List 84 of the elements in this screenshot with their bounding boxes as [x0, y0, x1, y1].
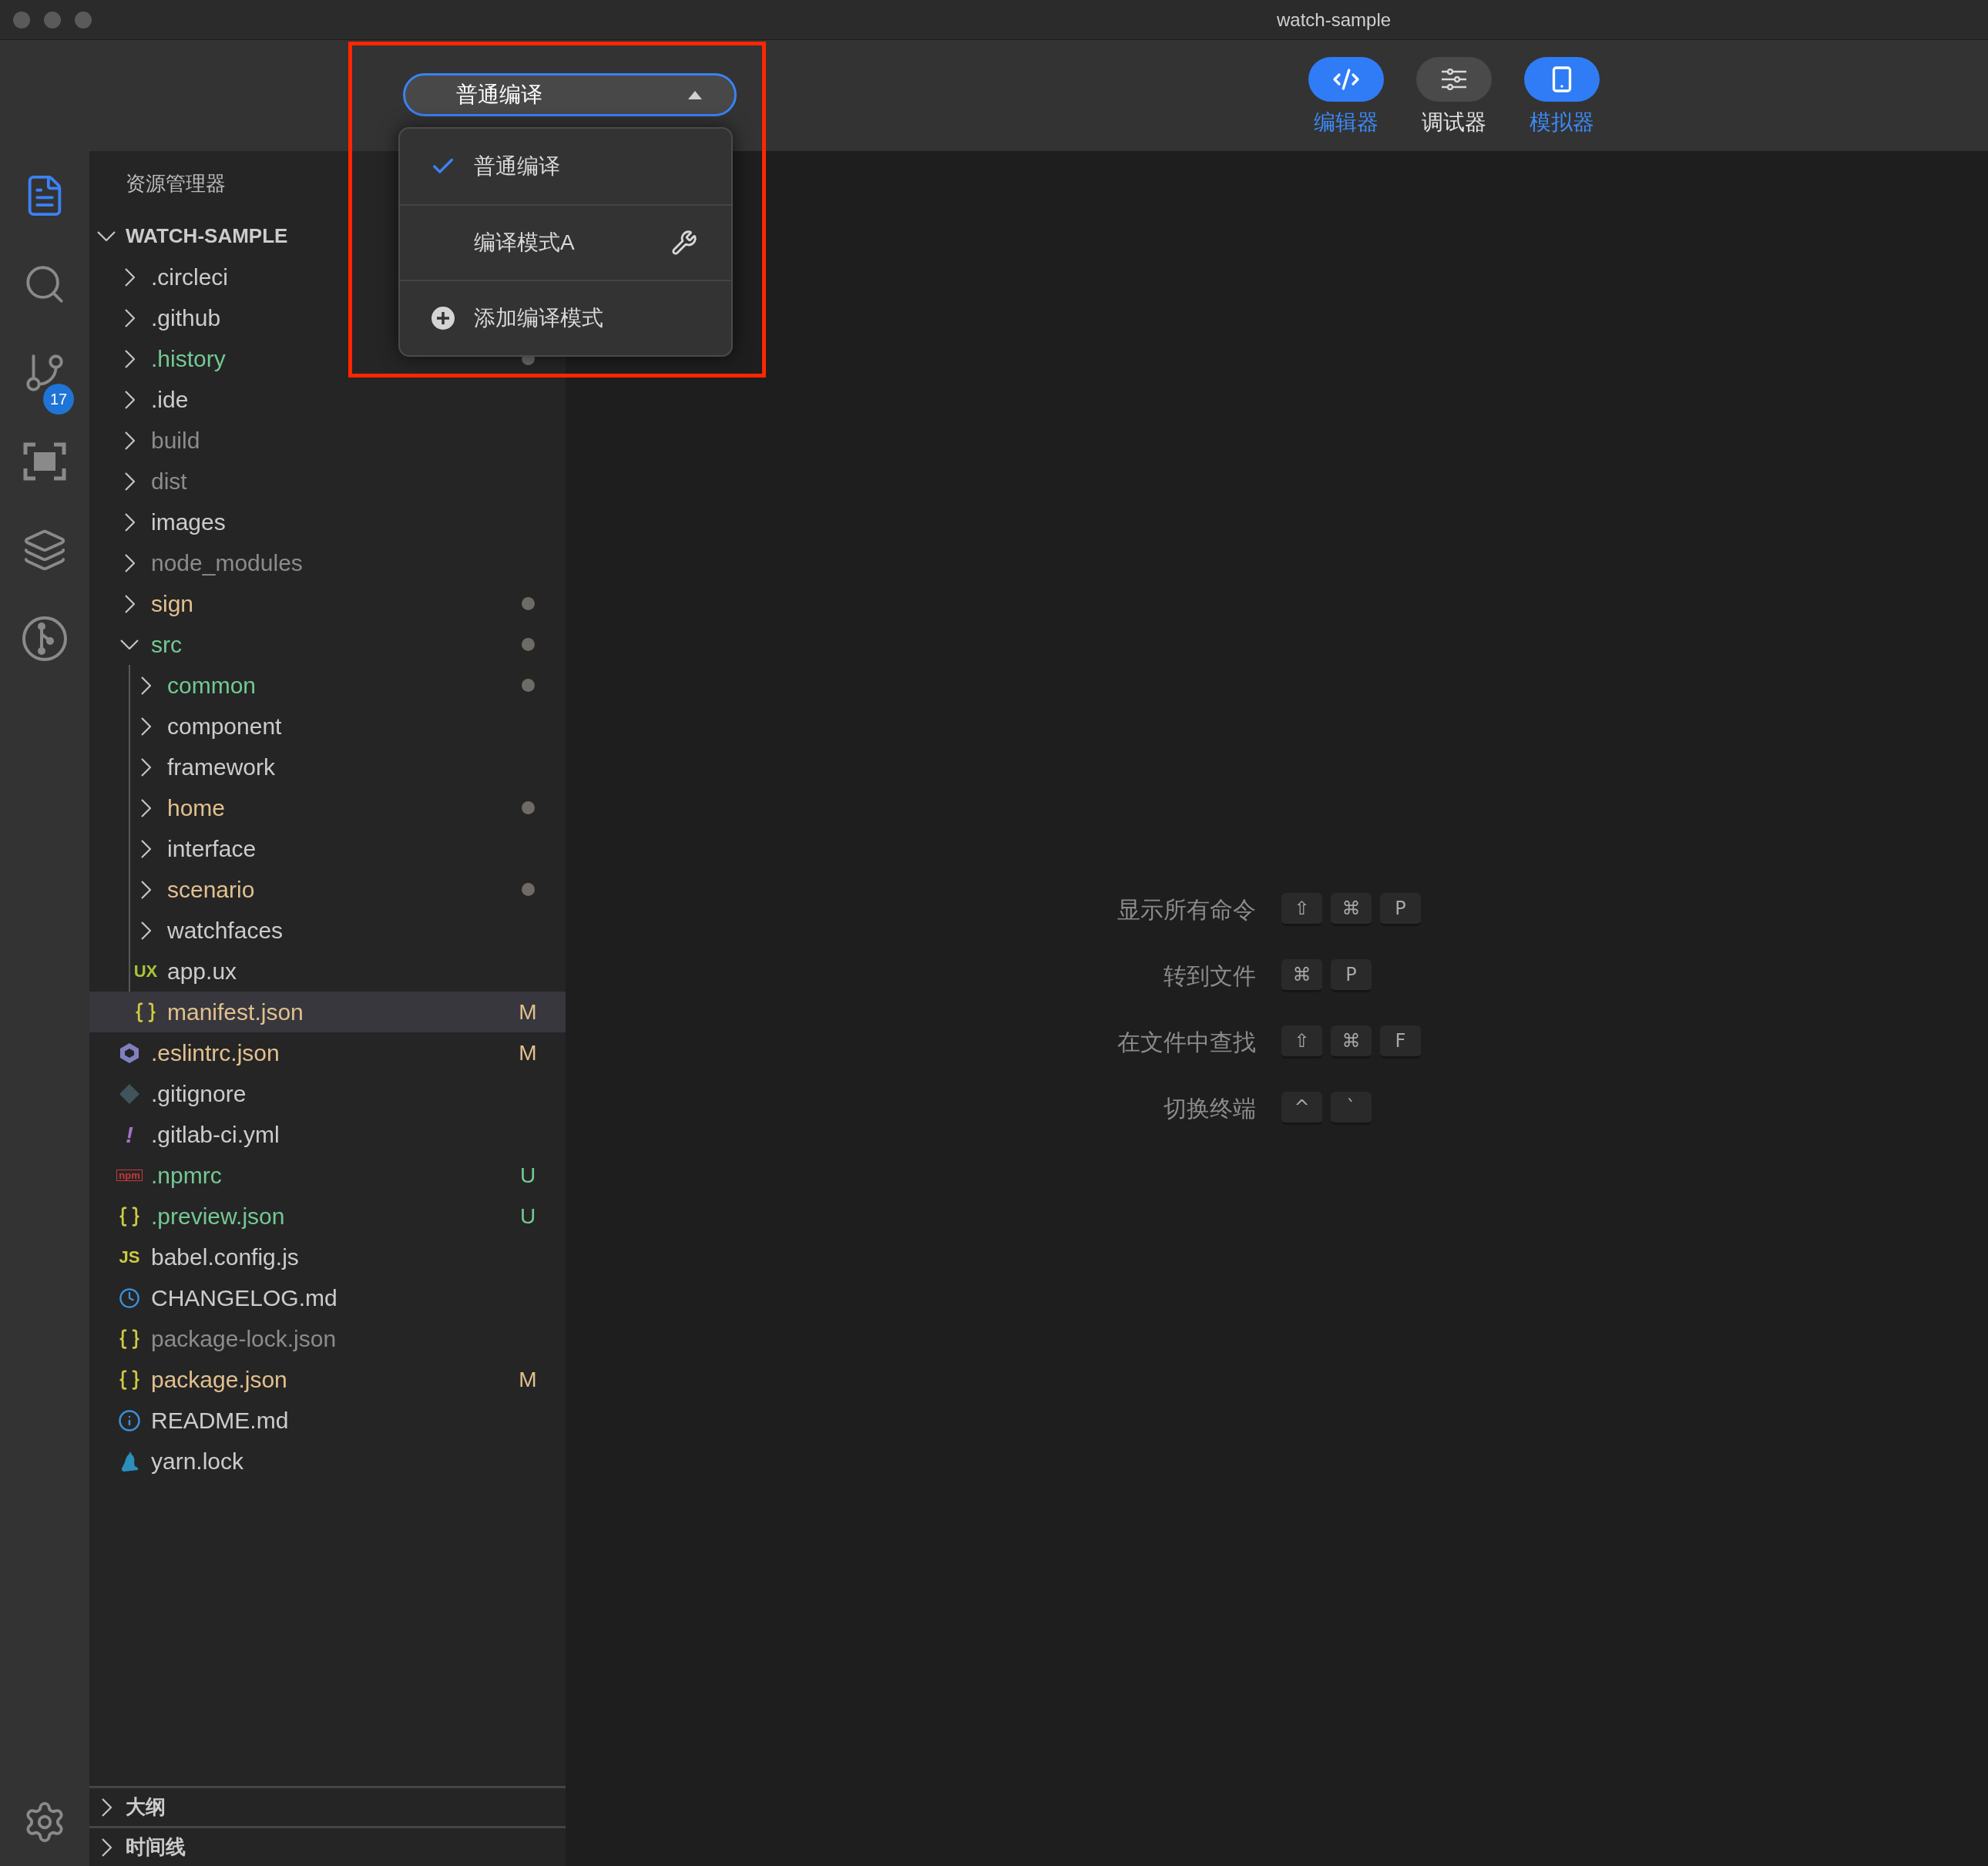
view-toggle-button[interactable]: 调试器: [1400, 40, 1508, 151]
compile-mode-dropdown[interactable]: 普通编译: [403, 73, 737, 116]
menu-item[interactable]: 普通编译: [400, 129, 731, 204]
folder-name[interactable]: sign: [151, 586, 194, 621]
keyboard-key: `: [1331, 1091, 1372, 1125]
screen-frame-icon: [23, 441, 66, 481]
folder-name[interactable]: common: [167, 668, 257, 703]
plus-circle-icon: [431, 306, 455, 331]
file-name[interactable]: app.ux: [167, 954, 237, 988]
shortcut-label: 转到文件: [1163, 962, 1256, 990]
folder-name[interactable]: component: [167, 709, 282, 743]
window-title: watch-sample: [1277, 8, 1392, 32]
menu-item[interactable]: 添加编译模式: [400, 280, 731, 355]
zoom-window-icon[interactable]: [75, 11, 92, 29]
view-toggle-button[interactable]: 模拟器: [1508, 40, 1616, 151]
folder-name[interactable]: src: [151, 627, 182, 662]
file-name[interactable]: CHANGELOG.md: [151, 1280, 337, 1315]
keyboard-key: P: [1331, 958, 1372, 992]
braces-icon: [118, 1204, 141, 1228]
count-badge: 17: [43, 384, 74, 414]
file-name[interactable]: .eslintrc.json: [151, 1035, 280, 1070]
file-name[interactable]: README.md: [151, 1403, 289, 1438]
braces-icon: [118, 1327, 141, 1351]
panel-header[interactable]: 大纲: [89, 1786, 566, 1826]
folder-name[interactable]: watchfaces: [167, 913, 284, 948]
folder-name[interactable]: .github: [151, 300, 221, 335]
folder-name[interactable]: interface: [167, 831, 257, 866]
folder-name[interactable]: home: [167, 790, 226, 825]
git-status-letter: M: [519, 1366, 537, 1393]
braces-icon: [118, 1368, 141, 1391]
braces-icon: [134, 1000, 157, 1024]
keyboard-key: ⇧: [1281, 1025, 1322, 1059]
keyboard-key: ⌘: [1281, 958, 1322, 992]
minimize-window-icon[interactable]: [44, 11, 61, 29]
keyboard-key: P: [1380, 892, 1421, 926]
workspace-name[interactable]: WATCH-SAMPLE: [126, 221, 288, 251]
sidebar-title: 资源管理器: [126, 170, 226, 196]
folder-name[interactable]: .history: [151, 341, 226, 376]
sliders-icon: [1441, 69, 1467, 90]
shortcut-label: 在文件中查找: [1117, 1028, 1256, 1056]
view-toggle-button[interactable]: 编辑器: [1292, 40, 1400, 151]
file-name[interactable]: yarn.lock: [151, 1444, 244, 1478]
folder-name[interactable]: scenario: [167, 872, 255, 907]
folder-name[interactable]: node_modules: [151, 545, 303, 580]
file-name[interactable]: .preview.json: [151, 1199, 285, 1233]
caret-up-icon: [688, 90, 702, 99]
activity-bar-item[interactable]: 17: [0, 328, 89, 417]
wrench-icon[interactable]: [671, 230, 697, 256]
diamond-icon: [119, 1082, 140, 1105]
keyboard-key: ⇧: [1281, 892, 1322, 926]
git-status-letter: U: [519, 1162, 536, 1189]
folder-name[interactable]: dist: [151, 464, 187, 498]
git-status-letter: M: [519, 1039, 537, 1066]
file-name[interactable]: package-lock.json: [151, 1321, 337, 1356]
file-name[interactable]: .gitlab-ci.yml: [151, 1117, 280, 1152]
js-icon: JS: [119, 1248, 140, 1266]
hexagon-icon: [118, 1041, 141, 1065]
keyboard-key: F: [1380, 1025, 1421, 1059]
close-window-icon[interactable]: [13, 11, 30, 29]
shortcut-label: 切换终端: [1163, 1094, 1256, 1123]
file-name[interactable]: manifest.json: [167, 995, 304, 1029]
file-name[interactable]: package.json: [151, 1362, 287, 1397]
clock-icon: [119, 1287, 140, 1309]
keyboard-key: ^: [1281, 1091, 1322, 1125]
keyboard-key: ⌘: [1331, 1025, 1372, 1059]
branch-circle-icon: [22, 615, 68, 662]
keyboard-key: ⌘: [1331, 892, 1372, 926]
file-name[interactable]: .gitignore: [151, 1076, 247, 1111]
git-status-letter: M: [519, 998, 537, 1025]
folder-name[interactable]: framework: [167, 750, 276, 784]
folder-name[interactable]: .circleci: [151, 260, 228, 294]
folder-name[interactable]: images: [151, 505, 226, 539]
file-name[interactable]: babel.config.js: [151, 1240, 299, 1274]
info-icon: [118, 1408, 141, 1432]
panel-header[interactable]: 时间线: [89, 1826, 566, 1866]
git-status-letter: U: [519, 1203, 536, 1230]
folder-name[interactable]: build: [151, 423, 200, 458]
folder-name[interactable]: .ide: [151, 382, 189, 417]
ux-icon: UX: [133, 962, 158, 980]
menu-item[interactable]: 编译模式A: [400, 204, 731, 280]
npm-icon: npm: [116, 1170, 143, 1181]
file-name[interactable]: .npmrc: [151, 1158, 222, 1193]
shortcut-label: 显示所有命令: [1117, 895, 1256, 924]
exclamation-icon: !: [126, 1123, 133, 1146]
